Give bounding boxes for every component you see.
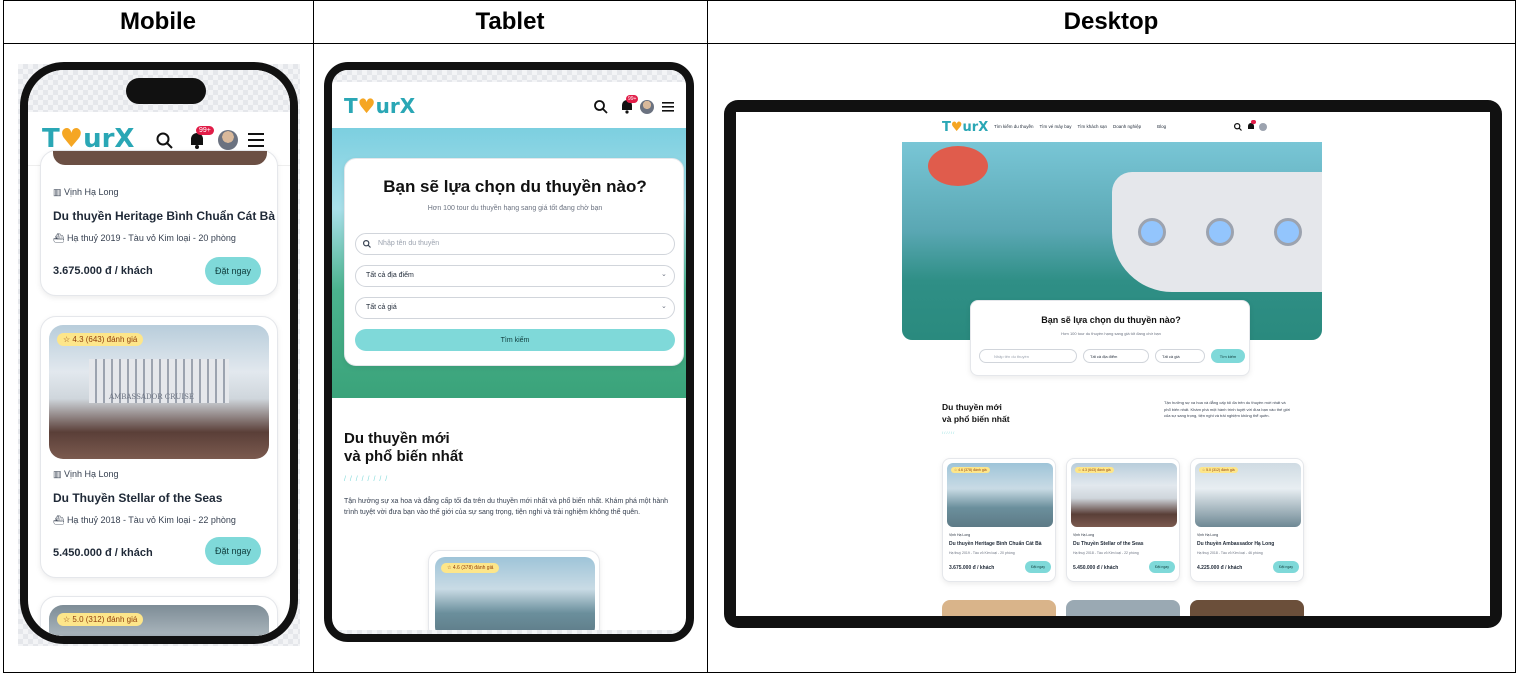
tablet-search-card: Bạn sẽ lựa chọn du thuyền nào? Hơn 100 t… — [344, 158, 684, 366]
card-location: ▥ Vịnh Hạ Long — [53, 469, 119, 479]
rating-badge: ☆ 4.6 (378) đánh giá — [441, 563, 500, 573]
search-icon — [363, 240, 371, 248]
card-location: Vịnh Hạ Long — [1073, 533, 1095, 537]
card-meta: Hạ thuỷ 2018 - Tàu vỏ Kim loại - 46 phòn… — [1197, 551, 1263, 555]
avatar[interactable] — [640, 100, 654, 114]
search-title: Bạn sẽ lựa chọn du thuyền nào? — [1041, 315, 1181, 325]
avatar[interactable] — [1259, 123, 1267, 131]
card-price: 4.225.000 đ / khách — [1197, 565, 1243, 571]
search-input[interactable]: Nhập tên du thuyền — [355, 233, 675, 255]
desktop-navbar: T♥urX Tìm kiếm du thuyền Tìm vé máy bay … — [736, 112, 1490, 142]
header-mobile: Mobile — [120, 7, 196, 35]
section-divider: / / / / / / / / — [344, 476, 389, 483]
search-subtitle: Hơn 100 tour du thuyền hạng sang giá tốt… — [1061, 331, 1161, 336]
tablet-header: T♥urX 99+ — [332, 82, 686, 128]
dynamic-island — [126, 78, 206, 104]
nav-links: Tìm kiếm du thuyền Tìm vé máy bay Tìm kh… — [994, 124, 1166, 129]
menu-icon[interactable] — [662, 102, 674, 112]
rating-badge: ☆ 5.0 (312) đánh giá — [1199, 467, 1238, 473]
desktop-card-3[interactable]: ☆ 5.0 (312) đánh giá Vịnh Hạ Long Du thu… — [1190, 458, 1304, 582]
card-meta: Hạ thuỷ 2018 - Tàu vỏ Kim loại - 22 phòn… — [1073, 551, 1139, 555]
comparison-table: Mobile Tablet Desktop T♥urX 99+ ▥ Vịnh H… — [0, 0, 1518, 673]
mobile-card-3[interactable]: ☆ 5.0 (312) đánh giá — [40, 596, 278, 636]
tablet-card[interactable]: ☆ 4.6 (378) đánh giá — [428, 550, 600, 634]
search-icon[interactable] — [156, 132, 174, 150]
nav-item[interactable]: Tìm khách sạn — [1078, 124, 1108, 129]
search-button[interactable]: Tìm kiếm — [355, 329, 675, 351]
price-select[interactable]: Tất cả giá — [355, 297, 675, 319]
mobile-phone: T♥urX 99+ ▥ Vịnh Hạ Long Du thuyền Herit… — [20, 62, 298, 644]
menu-icon[interactable] — [248, 133, 264, 147]
desktop-monitor: T♥urX Tìm kiếm du thuyền Tìm vé máy bay … — [724, 100, 1502, 628]
card-title[interactable]: Du thuyền Ambassador Hạ Long — [1197, 541, 1274, 547]
section-divider: / / / / / / — [942, 430, 955, 435]
nav-item[interactable]: Doanh nghiệp — [1113, 124, 1141, 129]
section-desc: Tận hưởng sự xa hoa và đẳng cấp tối đa t… — [1164, 400, 1291, 418]
book-button[interactable]: Đặt ngay — [1149, 561, 1175, 573]
logo[interactable]: T♥urX — [344, 94, 415, 118]
rating-badge: ☆ 4.3 (643) đánh giá — [1075, 467, 1114, 473]
desktop-card-1[interactable]: ☆ 4.6 (378) đánh giá Vịnh Hạ Long Du thu… — [942, 458, 1056, 582]
rating-badge: ☆ 5.0 (312) đánh giá — [57, 613, 144, 626]
book-button[interactable]: Đặt ngay — [1025, 561, 1051, 573]
search-icon[interactable] — [594, 100, 608, 114]
card-location: Vịnh Hạ Long — [1197, 533, 1219, 537]
desktop-screen: T♥urX Tìm kiếm du thuyền Tìm vé máy bay … — [736, 112, 1490, 616]
book-button[interactable]: Đặt ngay — [1273, 561, 1299, 573]
nav-item[interactable]: Tìm vé máy bay — [1040, 124, 1072, 129]
card-meta: ⛴ Hạ thuỷ 2018 - Tàu vỏ Kim loại - 22 ph… — [53, 515, 236, 525]
search-button[interactable]: Tìm kiếm — [1211, 349, 1245, 363]
mobile-card-2[interactable]: AMBASSADOR CRUISE ☆ 4.3 (643) đánh giá ▥… — [40, 316, 278, 578]
location-select[interactable]: Tất cả địa điểm — [355, 265, 675, 287]
section-title-1: Du thuyền mới — [344, 430, 450, 447]
search-subtitle: Hơn 100 tour du thuyền hạng sang giá tốt… — [427, 205, 603, 212]
book-button[interactable]: Đặt ngay — [205, 537, 261, 565]
location-select[interactable]: Tất cả địa điểm — [1083, 349, 1149, 363]
notif-badge — [1251, 120, 1256, 124]
avatar[interactable] — [218, 130, 238, 150]
map-icon: ▥ — [53, 469, 65, 479]
search-icon[interactable] — [1234, 123, 1242, 131]
card-price: 3.675.000 đ / khách — [949, 565, 995, 571]
map-icon: ▥ — [53, 187, 65, 197]
card-title[interactable]: Du thuyền Heritage Bình Chuẩn Cát Bà — [949, 541, 1042, 547]
rating-badge: ☆ 4.6 (378) đánh giá — [951, 467, 990, 473]
notif-badge: 99+ — [626, 95, 639, 103]
section-title-1: Du thuyền mới — [942, 402, 1002, 412]
card-meta: Hạ thuỷ 2019 - Tàu vỏ Kim loại - 20 phòn… — [949, 551, 1015, 555]
price-select[interactable]: Tất cả giá — [1155, 349, 1205, 363]
rating-badge: ☆ 4.3 (643) đánh giá — [57, 333, 144, 346]
section-title-2: và phổ biến nhất — [942, 414, 1010, 424]
card-location: ▥ Vịnh Hạ Long — [53, 187, 119, 197]
ship-icon: ⛴ — [53, 233, 67, 243]
notif-badge: 99+ — [196, 126, 214, 135]
card-price: 5.450.000 đ / khách — [53, 547, 153, 559]
card-price: 5.450.000 đ / khách — [1073, 565, 1119, 571]
card-title[interactable]: Du Thuyền Stellar of the Seas — [1073, 541, 1144, 547]
book-button[interactable]: Đặt ngay — [205, 257, 261, 285]
card-title[interactable]: Du thuyền Heritage Bình Chuẩn Cát Bà — [53, 209, 275, 223]
nav-item[interactable]: Tìm kiếm du thuyền — [994, 124, 1034, 129]
card-price: 3.675.000 đ / khách — [53, 265, 153, 277]
nav-item[interactable]: Blog — [1157, 124, 1166, 129]
mobile-card-1[interactable]: ▥ Vịnh Hạ Long Du thuyền Heritage Bình C… — [40, 150, 278, 296]
card-title[interactable]: Du Thuyền Stellar of the Seas — [53, 491, 222, 505]
section-desc: Tận hưởng sự xa hoa và đẳng cấp tối đa t… — [344, 498, 669, 516]
desktop-card-2[interactable]: ☆ 4.3 (643) đánh giá Vịnh Hạ Long Du Thu… — [1066, 458, 1180, 582]
logo[interactable]: T♥urX — [942, 120, 988, 135]
search-input[interactable]: Nhập tên du thuyền — [979, 349, 1077, 363]
section-title-2: và phổ biến nhất — [344, 448, 464, 465]
header-desktop: Desktop — [1063, 7, 1159, 35]
card-location: Vịnh Hạ Long — [949, 533, 971, 537]
search-title: Bạn sẽ lựa chọn du thuyền nào? — [383, 177, 647, 196]
desktop-search-card: Bạn sẽ lựa chọn du thuyền nào? Hơn 100 t… — [970, 300, 1250, 376]
card-meta: ⛴ Hạ thuỷ 2019 - Tàu vỏ Kim loại - 20 ph… — [53, 233, 236, 243]
tablet-device: T♥urX 99+ Bạn sẽ lựa chọn du thuyền nào?… — [324, 62, 694, 642]
chevron-down-icon: ⌄ — [661, 303, 667, 310]
chevron-down-icon: ⌄ — [661, 271, 667, 278]
header-tablet: Tablet — [475, 7, 545, 35]
ship-icon: ⛴ — [53, 515, 67, 525]
